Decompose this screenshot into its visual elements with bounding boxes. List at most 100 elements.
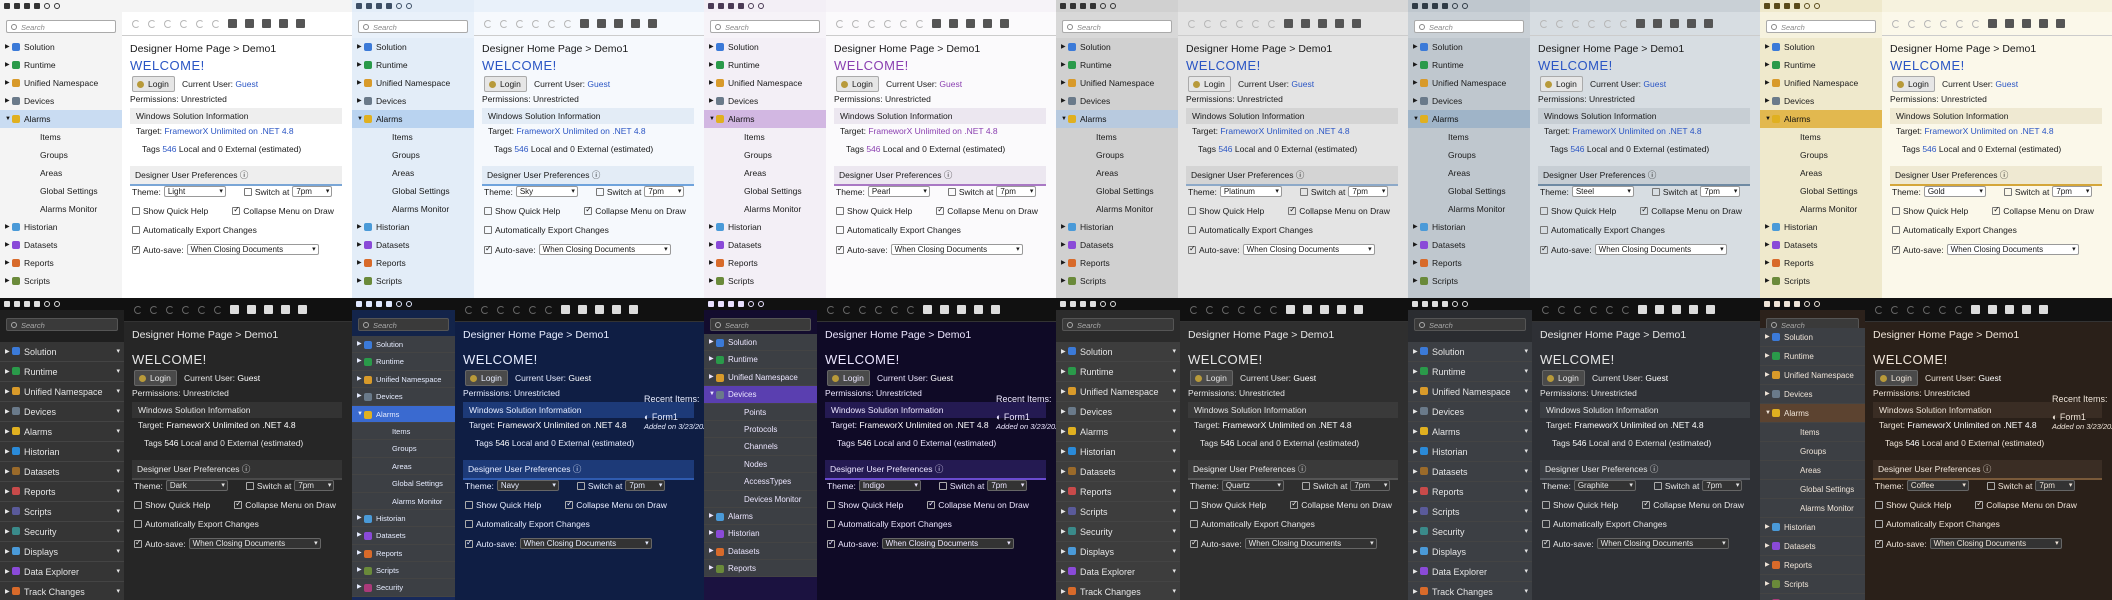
expand-arrow-icon[interactable]: ▼ (709, 110, 715, 128)
auto-export-checkbox[interactable] (484, 226, 492, 234)
sidebar-item-scripts[interactable]: ▶ Scripts (704, 272, 826, 290)
publish-icon[interactable] (738, 3, 744, 9)
sidebar-item-track-changes[interactable]: ▶ Track Changes ▾ (0, 582, 124, 600)
auto-save-select[interactable]: When Closing Documents (519, 538, 652, 549)
expand-arrow-icon[interactable]: ▶ (5, 254, 10, 272)
sidebar-item-security[interactable]: ▶ Security (352, 579, 455, 597)
redo-icon[interactable] (500, 19, 508, 28)
zoom-icon[interactable] (2022, 305, 2031, 314)
target-value[interactable]: FrameworX Unlimited on .NET 4.8 (1924, 126, 2053, 136)
publish-icon[interactable] (1794, 3, 1800, 9)
expand-arrow-icon[interactable]: ▶ (709, 272, 714, 290)
refresh-icon[interactable] (1354, 305, 1363, 314)
export-icon[interactable] (1301, 19, 1310, 28)
sidebar-item-unified-namespace[interactable]: ▶ Unified Namespace (352, 74, 474, 92)
cut-icon[interactable] (859, 305, 867, 314)
expand-arrow-icon[interactable]: ▶ (709, 218, 714, 236)
sidebar-item-unified-namespace[interactable]: ▶ Unified Namespace ▾ (1056, 382, 1180, 402)
zoom-icon[interactable] (279, 19, 288, 28)
quick-help-checkbox[interactable] (1892, 207, 1900, 215)
auto-save-checkbox[interactable] (1542, 538, 1550, 548)
redo-icon[interactable] (481, 305, 489, 314)
home-icon[interactable] (4, 3, 10, 9)
sidebar-item-security[interactable]: ▶ Security ▾ (1056, 522, 1180, 542)
sidebar-item-areas[interactable]: Areas (1056, 164, 1178, 182)
expand-arrow-icon[interactable]: ▶ (1413, 38, 1418, 56)
sidebar-item-areas[interactable]: Areas (0, 164, 122, 182)
sidebar-item-runtime[interactable]: ▶ Runtime (1408, 56, 1530, 74)
theme-select[interactable]: Gold (1923, 186, 1986, 197)
refresh-icon[interactable] (1000, 19, 1009, 28)
publish-icon[interactable] (1794, 301, 1800, 307)
refresh-icon[interactable] (2056, 19, 2065, 28)
sidebar-item-unified-namespace[interactable]: ▶ Unified Namespace (352, 370, 455, 389)
sidebar-item-solution[interactable]: ▶ Solution (1408, 38, 1530, 56)
expand-arrow-icon[interactable]: ▶ (357, 527, 362, 544)
undo-icon[interactable] (132, 19, 140, 28)
auto-save-select[interactable]: When Closing Documents (538, 244, 671, 255)
paste-icon[interactable] (1956, 19, 1964, 28)
gear-icon[interactable] (44, 3, 50, 9)
undo-icon[interactable] (1875, 305, 1883, 314)
switch-time-select[interactable]: 7pm (294, 480, 335, 491)
find-icon[interactable] (614, 19, 623, 28)
expand-arrow-icon[interactable]: ▼ (1765, 404, 1771, 423)
switch-time-select[interactable]: 7pm (1348, 186, 1389, 197)
login-button[interactable]: Login (1892, 76, 1935, 92)
cut-icon[interactable] (868, 19, 876, 28)
sidebar-item-alarms-monitor[interactable]: Alarms Monitor (1760, 499, 1865, 518)
expand-arrow-icon[interactable]: ▶ (1765, 385, 1770, 404)
sidebar-item-devices[interactable]: ▶ Devices ▾ (0, 402, 124, 422)
save-icon[interactable] (1070, 301, 1076, 307)
paste-icon[interactable] (196, 19, 204, 28)
sidebar-item-global-settings[interactable]: Global Settings (1760, 182, 1882, 200)
dropdown-arrow-icon[interactable]: ▾ (116, 562, 120, 582)
auto-save-select[interactable]: When Closing Documents (1929, 538, 2062, 549)
expand-arrow-icon[interactable]: ▶ (5, 382, 10, 402)
export-icon[interactable] (597, 19, 606, 28)
dropdown-arrow-icon[interactable]: ▾ (116, 442, 120, 462)
gear-icon[interactable] (1100, 301, 1106, 307)
dropdown-arrow-icon[interactable]: ▾ (1172, 562, 1176, 582)
redo-icon[interactable] (1204, 19, 1212, 28)
expand-arrow-icon[interactable]: ▶ (709, 369, 714, 386)
zoom-icon[interactable] (1337, 305, 1346, 314)
sidebar-item-reports[interactable]: ▶ Reports (1056, 254, 1178, 272)
switch-time-select[interactable]: 7pm (292, 186, 333, 197)
auto-save-checkbox[interactable] (836, 244, 844, 254)
search-input[interactable]: Search (6, 20, 116, 33)
undo-icon[interactable] (484, 19, 492, 28)
expand-arrow-icon[interactable]: ▶ (709, 508, 714, 525)
expand-arrow-icon[interactable]: ▶ (1061, 382, 1066, 402)
home-icon[interactable] (356, 301, 362, 307)
refresh-icon[interactable] (296, 19, 305, 28)
auto-export-checkbox[interactable] (1892, 226, 1900, 234)
sidebar-item-devices[interactable]: ▶ Devices (0, 92, 122, 110)
dropdown-arrow-icon[interactable]: ▾ (1524, 562, 1528, 582)
expand-arrow-icon[interactable]: ▶ (1765, 236, 1770, 254)
switch-checkbox[interactable] (1986, 481, 1995, 490)
sidebar-item-items[interactable]: Items (1760, 423, 1865, 442)
auto-save-select[interactable]: When Closing Documents (1946, 244, 2079, 255)
expand-arrow-icon[interactable]: ▶ (1413, 562, 1418, 582)
auto-export-checkbox[interactable] (1540, 226, 1548, 234)
expand-arrow-icon[interactable]: ▶ (5, 218, 10, 236)
sidebar-item-alarms-monitor[interactable]: Alarms Monitor (352, 200, 474, 218)
expand-arrow-icon[interactable]: ▶ (5, 582, 10, 600)
dropdown-arrow-icon[interactable]: ▾ (1172, 342, 1176, 362)
expand-arrow-icon[interactable]: ▶ (1765, 594, 1770, 600)
delete-icon[interactable] (545, 305, 553, 314)
search-input[interactable]: Search (1062, 20, 1172, 33)
expand-arrow-icon[interactable]: ▶ (1765, 556, 1770, 575)
expand-arrow-icon[interactable]: ▼ (1413, 110, 1419, 128)
redo-icon[interactable] (843, 305, 851, 314)
quick-help-checkbox[interactable] (484, 207, 492, 215)
gear-icon[interactable] (1100, 3, 1106, 9)
sidebar-item-runtime[interactable]: ▶ Runtime (0, 56, 122, 74)
collapse-menu-checkbox[interactable] (584, 205, 593, 215)
expand-arrow-icon[interactable]: ▶ (357, 371, 362, 388)
auto-save-checkbox[interactable] (1540, 244, 1548, 254)
sidebar-item-scripts[interactable]: ▶ Scripts ▾ (0, 502, 124, 522)
zoom-icon[interactable] (1689, 305, 1698, 314)
paste-icon[interactable] (900, 19, 908, 28)
